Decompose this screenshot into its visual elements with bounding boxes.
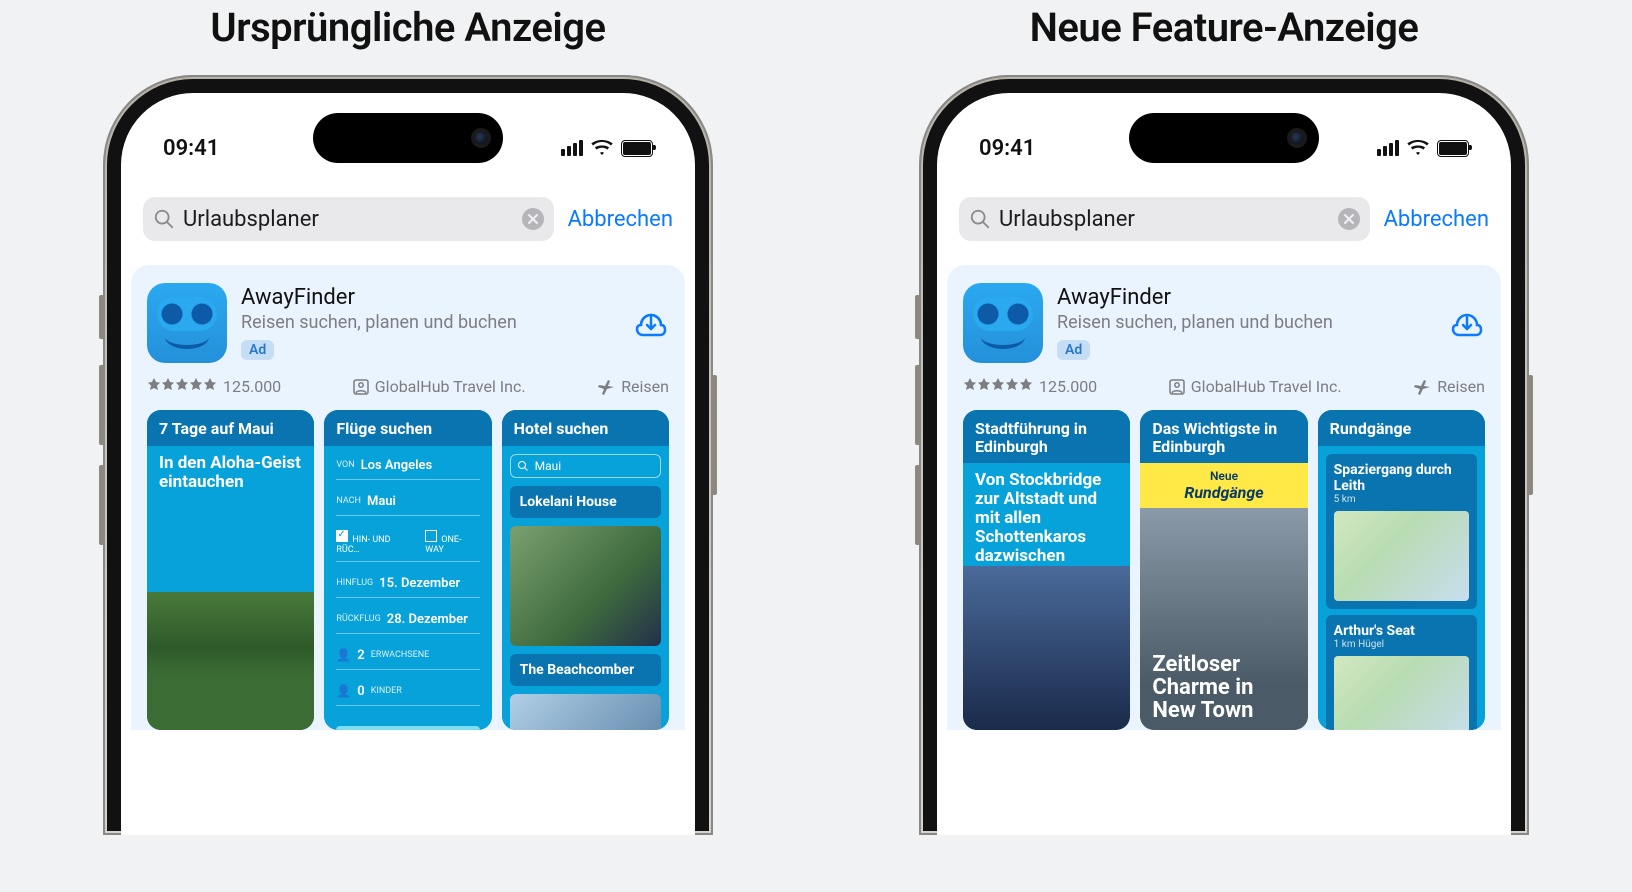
app-icon — [963, 283, 1043, 363]
heading-feature: Neue Feature-Anzeige — [1030, 4, 1419, 51]
walk-map-1 — [1334, 511, 1469, 601]
walk-item: Arthur's Seat 1 km Hügel — [1326, 615, 1477, 730]
category-label: Reisen — [597, 377, 669, 396]
edinburgh-photo-1 — [963, 566, 1130, 730]
cancel-button[interactable]: Abbrechen — [568, 207, 673, 232]
hotel-photo-2 — [510, 694, 661, 730]
wifi-icon — [1407, 140, 1429, 156]
status-time: 09:41 — [979, 136, 1035, 161]
screenshot-edinburgh-tour: Stadtführung in Edinburgh Von Stockbridg… — [963, 410, 1130, 730]
dynamic-island — [1129, 113, 1319, 163]
ad-badge: Ad — [241, 340, 274, 360]
app-icon — [147, 283, 227, 363]
developer-label: GlobalHub Travel Inc. — [1169, 377, 1342, 396]
screenshot-hotels: Hotel suchen Maui Lokelani House The Bea… — [502, 410, 669, 730]
app-name: AwayFinder — [1057, 286, 1435, 310]
edinburgh-photo-2: Zeitloser Charme in New Town — [1140, 508, 1307, 730]
ad-badge: Ad — [1057, 340, 1090, 360]
screenshots-carousel[interactable]: Stadtführung in Edinburgh Von Stockbridg… — [963, 410, 1485, 730]
download-icon[interactable] — [633, 305, 669, 341]
wifi-icon — [591, 140, 613, 156]
cellular-icon — [1377, 140, 1399, 156]
screenshot-flights: Flüge suchen VONLos Angeles NACHMaui HIN… — [324, 410, 491, 730]
ad-result-card[interactable]: AwayFinder Reisen suchen, planen und buc… — [947, 265, 1501, 730]
rating-stars: 125.000 — [147, 377, 281, 396]
developer-icon — [353, 379, 369, 395]
app-subtitle: Reisen suchen, planen und buchen — [1057, 312, 1435, 334]
category-label: Reisen — [1413, 377, 1485, 396]
cellular-icon — [561, 140, 583, 156]
heading-original: Ursprüngliche Anzeige — [210, 4, 605, 51]
cancel-button[interactable]: Abbrechen — [1384, 207, 1489, 232]
rating-stars: 125.000 — [963, 377, 1097, 396]
developer-icon — [1169, 379, 1185, 395]
screenshot-maui: 7 Tage auf Maui In den Aloha-Geist einta… — [147, 410, 314, 730]
battery-icon — [1437, 140, 1469, 157]
maui-photo — [147, 592, 314, 730]
plane-icon — [597, 378, 615, 396]
search-input[interactable]: Urlaubsplaner — [959, 197, 1370, 241]
app-subtitle: Reisen suchen, planen und buchen — [241, 312, 619, 334]
ad-result-card[interactable]: AwayFinder Reisen suchen, planen und buc… — [131, 265, 685, 730]
phone-feature: 09:41 Urlaubsplaner Abbrechen — [919, 75, 1529, 835]
search-icon — [153, 208, 175, 230]
hotel-photo-1 — [510, 526, 661, 646]
screenshots-carousel[interactable]: 7 Tage auf Maui In den Aloha-Geist einta… — [147, 410, 669, 730]
search-input[interactable]: Urlaubsplaner — [143, 197, 554, 241]
walk-map-2 — [1334, 656, 1469, 730]
search-flights-button: Suchen — [336, 726, 479, 730]
clear-search-icon[interactable] — [522, 208, 544, 230]
walk-item: Spaziergang durch Leith 5 km — [1326, 454, 1477, 609]
search-icon — [969, 208, 991, 230]
status-time: 09:41 — [163, 136, 219, 161]
search-term: Urlaubsplaner — [183, 207, 514, 232]
ratings-count: 125.000 — [223, 377, 281, 396]
battery-icon — [621, 140, 653, 157]
ratings-count: 125.000 — [1039, 377, 1097, 396]
search-term: Urlaubsplaner — [999, 207, 1330, 232]
dynamic-island — [313, 113, 503, 163]
app-name: AwayFinder — [241, 286, 619, 310]
clear-search-icon[interactable] — [1338, 208, 1360, 230]
screenshot-walks: Rundgänge Spaziergang durch Leith 5 km A… — [1318, 410, 1485, 730]
plane-icon — [1413, 378, 1431, 396]
developer-label: GlobalHub Travel Inc. — [353, 377, 526, 396]
download-icon[interactable] — [1449, 305, 1485, 341]
screenshot-edinburgh-highlights: Das Wichtigste in Edinburgh Neue Rundgän… — [1140, 410, 1307, 730]
feature-banner: Neue Rundgänge — [1140, 463, 1307, 508]
phone-original: 09:41 Urlaubsplaner Abbrechen — [103, 75, 713, 835]
